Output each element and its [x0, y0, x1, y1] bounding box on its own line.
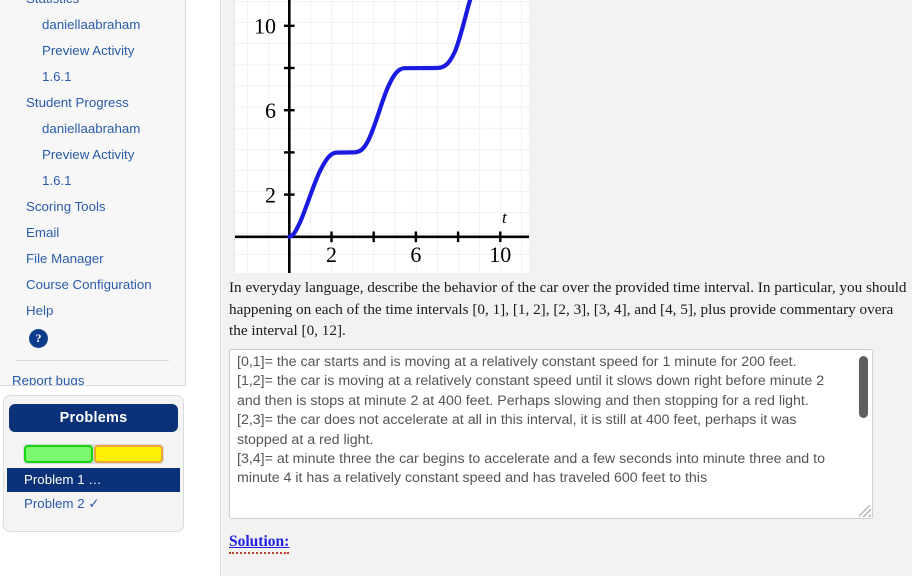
x-tick-label-2: 2	[326, 242, 337, 267]
sidebar-divider	[16, 360, 169, 361]
problem-list-item-2[interactable]: Problem 2 ✓	[4, 492, 183, 516]
progress-segment-completed	[24, 445, 93, 463]
textarea-resize-handle[interactable]	[859, 505, 871, 517]
sidebar-nav-list: Statistics daniellaabraham Preview Activ…	[0, 0, 185, 324]
sidebar-item-daniellaabraham-2[interactable]: daniellaabraham	[0, 116, 185, 142]
sidebar-item-statistics[interactable]: Statistics	[0, 0, 185, 12]
sidebar-item-scoring-tools[interactable]: Scoring Tools	[0, 194, 185, 220]
sidebar-item-preview-activity-2[interactable]: Preview Activity	[0, 142, 185, 168]
sidebar-item-version-1[interactable]: 1.6.1	[0, 64, 185, 90]
textarea-scrollbar[interactable]	[859, 352, 870, 518]
report-bugs-link[interactable]: Report bugs	[0, 373, 185, 385]
question-mark-icon[interactable]: ?	[30, 329, 47, 347]
sidebar-item-help[interactable]: Help	[0, 298, 185, 324]
sidebar-item-file-manager[interactable]: File Manager	[0, 246, 185, 272]
sidebar-item-daniellaabraham-1[interactable]: daniellaabraham	[0, 12, 185, 38]
answer-textarea[interactable]: [0,1]= the car starts and is moving at a…	[229, 349, 873, 519]
sidebar-item-version-2[interactable]: 1.6.1	[0, 168, 185, 194]
textarea-scrollbar-thumb[interactable]	[859, 356, 868, 418]
prompt-line-1: In everyday language, describe the behav…	[229, 279, 907, 296]
y-tick-label-6: 6	[265, 98, 276, 123]
graph-gridlines	[235, 0, 529, 273]
problems-panel-title: Problems	[9, 404, 178, 432]
sidebar-item-course-configuration[interactable]: Course Configuration	[0, 272, 185, 298]
problems-panel: Problems Problem 1 … Problem 2 ✓	[3, 395, 184, 532]
navigation-sidebar: Statistics daniellaabraham Preview Activ…	[0, 0, 186, 386]
sidebar-item-preview-activity-1[interactable]: Preview Activity	[0, 38, 185, 64]
answer-textarea-value[interactable]: [0,1]= the car starts and is moving at a…	[237, 353, 849, 489]
sidebar-item-email[interactable]: Email	[0, 220, 185, 246]
prompt-line-2: happening on each of the time intervals …	[229, 300, 894, 318]
problem-prompt: In everyday language, describe the behav…	[229, 277, 912, 342]
prompt-line-3: the interval [0, 12].	[229, 322, 346, 339]
main-content-area: 2 6 10 2 6 10 t In everyday language, de…	[220, 0, 912, 576]
x-tick-label-6: 6	[410, 242, 421, 267]
progress-segment-in-progress	[94, 445, 163, 463]
app-root: Statistics daniellaabraham Preview Activ…	[0, 0, 912, 576]
help-icon-row[interactable]: ?	[0, 324, 185, 352]
sidebar-item-student-progress[interactable]: Student Progress	[0, 90, 185, 116]
graph-svg: 2 6 10 2 6 10 t	[235, 0, 529, 273]
y-tick-label-10: 10	[254, 14, 276, 39]
problem-list-item-1[interactable]: Problem 1 …	[7, 468, 180, 492]
position-time-graph: 2 6 10 2 6 10 t	[234, 0, 529, 273]
y-tick-label-2: 2	[265, 183, 276, 208]
solution-link[interactable]: Solution:	[229, 533, 290, 554]
problems-progress-bar	[23, 444, 164, 464]
x-tick-label-10: 10	[489, 242, 511, 267]
